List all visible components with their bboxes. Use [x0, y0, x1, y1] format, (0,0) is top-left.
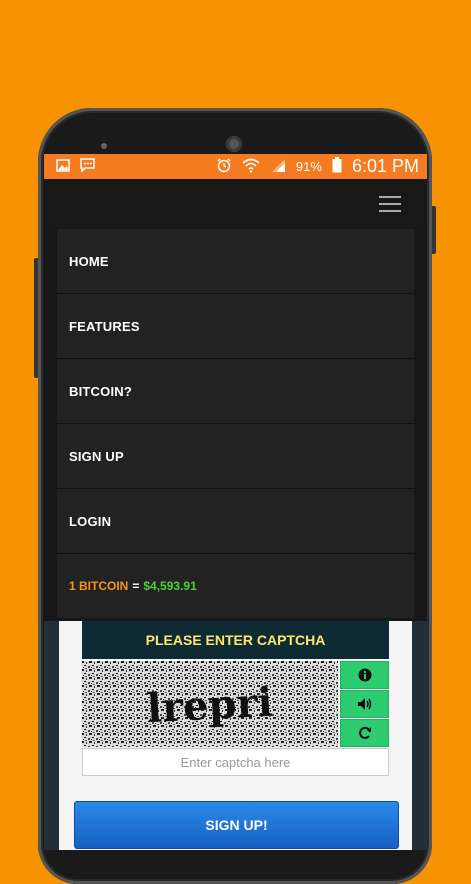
bitcoin-price: 1 BITCOIN = $4,593.91: [57, 554, 414, 618]
captcha-text: lrepri: [146, 679, 274, 733]
price-label: 1 BITCOIN: [69, 579, 129, 593]
signal-icon: [270, 158, 286, 176]
message-icon: [80, 158, 95, 175]
phone-screen: 91% 6:01 PM HOME FEATURES BITCOIN? SIGN …: [44, 154, 427, 850]
signup-button[interactable]: SIGN UP!: [74, 801, 399, 849]
audio-icon: [357, 698, 371, 710]
refresh-icon: [358, 726, 371, 739]
phone-camera: [226, 136, 242, 152]
wifi-icon: [242, 157, 260, 176]
price-value: $4,593.91: [143, 579, 197, 593]
menu-item-sign-up[interactable]: SIGN UP: [57, 424, 414, 489]
info-icon: [358, 668, 371, 682]
phone-sensor: [101, 143, 107, 149]
battery-percent: 91%: [295, 159, 322, 174]
nav-menu: HOME FEATURES BITCOIN? SIGN UP LOGIN 1 B…: [57, 229, 414, 618]
content-area: PLEASE ENTER CAPTCHA lrepri Enter captch…: [44, 621, 427, 850]
menu-item-bitcoin[interactable]: BITCOIN?: [57, 359, 414, 424]
captcha-refresh-button[interactable]: [340, 719, 389, 747]
captcha-info-button[interactable]: [340, 661, 389, 689]
price-equals: =: [132, 579, 140, 593]
clock-time: 6:01 PM: [351, 156, 419, 176]
captcha-image: lrepri: [82, 661, 338, 747]
captcha-input[interactable]: [82, 748, 389, 776]
captcha-controls: [340, 661, 389, 747]
battery-icon: [332, 157, 342, 176]
hamburger-icon[interactable]: [379, 196, 401, 212]
app-header: [44, 179, 427, 229]
image-icon: [56, 158, 70, 175]
menu-item-login[interactable]: LOGIN: [57, 489, 414, 554]
menu-item-features[interactable]: FEATURES: [57, 294, 414, 359]
alarm-icon: [216, 157, 232, 176]
captcha-noise: lrepri: [82, 661, 338, 747]
captcha-audio-button[interactable]: [340, 690, 389, 718]
signup-form: PLEASE ENTER CAPTCHA lrepri Enter captch…: [59, 621, 412, 850]
captcha-heading: PLEASE ENTER CAPTCHA: [82, 621, 389, 659]
status-bar: 91% 6:01 PM: [44, 154, 427, 179]
menu-item-home[interactable]: HOME: [57, 229, 414, 294]
